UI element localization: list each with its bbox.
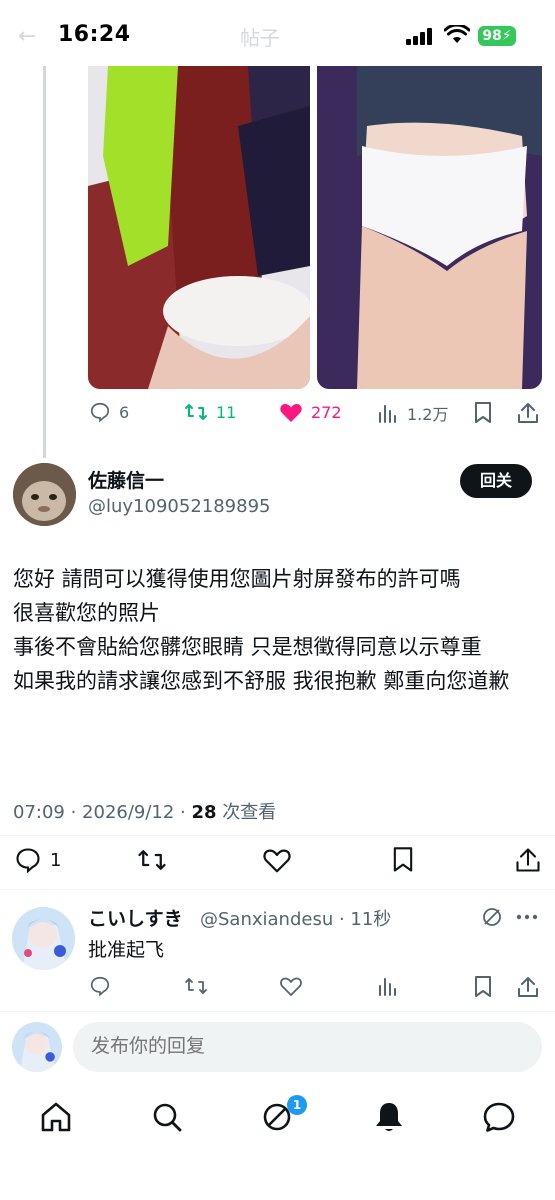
share-action[interactable] (514, 846, 542, 874)
bookmark-icon (475, 402, 491, 423)
divider (0, 889, 555, 890)
messages-badge: 1 (287, 1095, 307, 1115)
bookmark-action[interactable] (390, 846, 416, 874)
status-bar: ← 16:24 帖子 98⚡ (0, 0, 555, 70)
tweet-text: 您好 請問可以獲得使用您圖片射屏發布的許可嗎 很喜歡您的照片 事後不會貼給您髒您… (13, 562, 543, 698)
post-image-right[interactable] (317, 66, 542, 389)
home-icon[interactable] (38, 1099, 74, 1135)
bookmark-action[interactable] (472, 401, 494, 425)
views-count: 1.2万 (407, 405, 449, 424)
battery-indicator: 98⚡ (478, 26, 516, 46)
notifications-icon[interactable] (371, 1099, 407, 1135)
reply-action[interactable]: 6 (89, 401, 129, 423)
my-avatar[interactable] (12, 1022, 62, 1072)
views-action[interactable]: 1.2万 (377, 401, 448, 425)
follow-back-button[interactable]: 回关 (460, 464, 532, 498)
reply-icon (90, 402, 110, 423)
tweet-line: 事後不會貼給您髒您眼睛 只是想徵得同意以示尊重 (13, 635, 482, 659)
like-action[interactable] (262, 846, 292, 874)
avatar[interactable] (13, 463, 76, 526)
divider (0, 1011, 555, 1012)
reply-text: 批准起飞 (88, 939, 165, 961)
views-icon (379, 978, 396, 996)
back-arrow-icon[interactable]: ← (18, 24, 36, 49)
search-icon[interactable] (149, 1099, 185, 1135)
like-action[interactable] (279, 975, 303, 997)
repost-action[interactable] (137, 846, 167, 874)
bottom-nav (0, 1087, 555, 1147)
reply-action[interactable] (89, 975, 111, 997)
bookmark-icon (475, 976, 491, 997)
tweet-meta: 07:09 · 2026/9/12 · 28 次查看 (13, 798, 276, 824)
user-handle[interactable]: @Sanxiandesu · 11秒 (200, 905, 391, 931)
reply-icon (16, 848, 40, 874)
repost-action[interactable] (184, 975, 208, 997)
reply-count: 6 (119, 402, 130, 422)
wifi-icon (444, 25, 470, 43)
repost-icon (185, 978, 207, 994)
heart-icon (263, 849, 291, 873)
tweet-line: 如果我的請求讓您感到不舒服 我很抱歉 鄭重向您道歉 (13, 669, 510, 693)
views-icon (379, 405, 396, 423)
more-icon[interactable] (515, 913, 539, 921)
repost-icon (138, 850, 166, 870)
repost-icon (185, 404, 207, 420)
chat-icon[interactable] (481, 1099, 517, 1135)
heart-icon (280, 977, 302, 996)
translate-off-icon[interactable] (481, 906, 503, 928)
page-title: 帖子 (240, 26, 280, 50)
views-action[interactable] (377, 975, 399, 997)
thread-line (43, 66, 46, 458)
share-action[interactable] (516, 401, 540, 425)
avatar[interactable] (12, 907, 75, 970)
user-handle[interactable]: @luy109052189895 (88, 496, 271, 517)
bookmark-icon (393, 847, 413, 872)
repost-action[interactable]: 11 (184, 401, 236, 423)
like-count: 272 (311, 402, 342, 422)
share-icon (518, 977, 538, 997)
share-icon (516, 848, 540, 872)
share-action[interactable] (516, 975, 540, 999)
tweet-timestamp: 07:09 · 2026/9/12 · (13, 802, 192, 823)
reply-icon (90, 976, 110, 997)
divider (0, 835, 555, 836)
heart-filled-icon (280, 403, 302, 422)
tweet-line: 很喜歡您的照片 (13, 601, 160, 625)
battery-level: 98 (482, 28, 502, 44)
reply-input[interactable] (73, 1022, 542, 1072)
like-action[interactable]: 272 (279, 401, 342, 423)
display-name[interactable]: 佐藤信一 (88, 466, 164, 493)
display-name[interactable]: こいしすき (88, 904, 183, 931)
view-count: 28 (191, 802, 217, 823)
status-time: 16:24 (58, 22, 131, 47)
signal-icon (406, 28, 436, 45)
reply-action[interactable]: 1 (14, 846, 61, 874)
bookmark-action[interactable] (472, 975, 494, 999)
post-image-left[interactable] (88, 66, 310, 389)
share-icon (518, 403, 538, 423)
reply-count: 1 (50, 849, 62, 871)
view-label: 次查看 (216, 802, 277, 823)
tweet-line: 您好 請問可以獲得使用您圖片射屏發布的許可嗎 (13, 567, 461, 591)
repost-count: 11 (216, 402, 237, 422)
